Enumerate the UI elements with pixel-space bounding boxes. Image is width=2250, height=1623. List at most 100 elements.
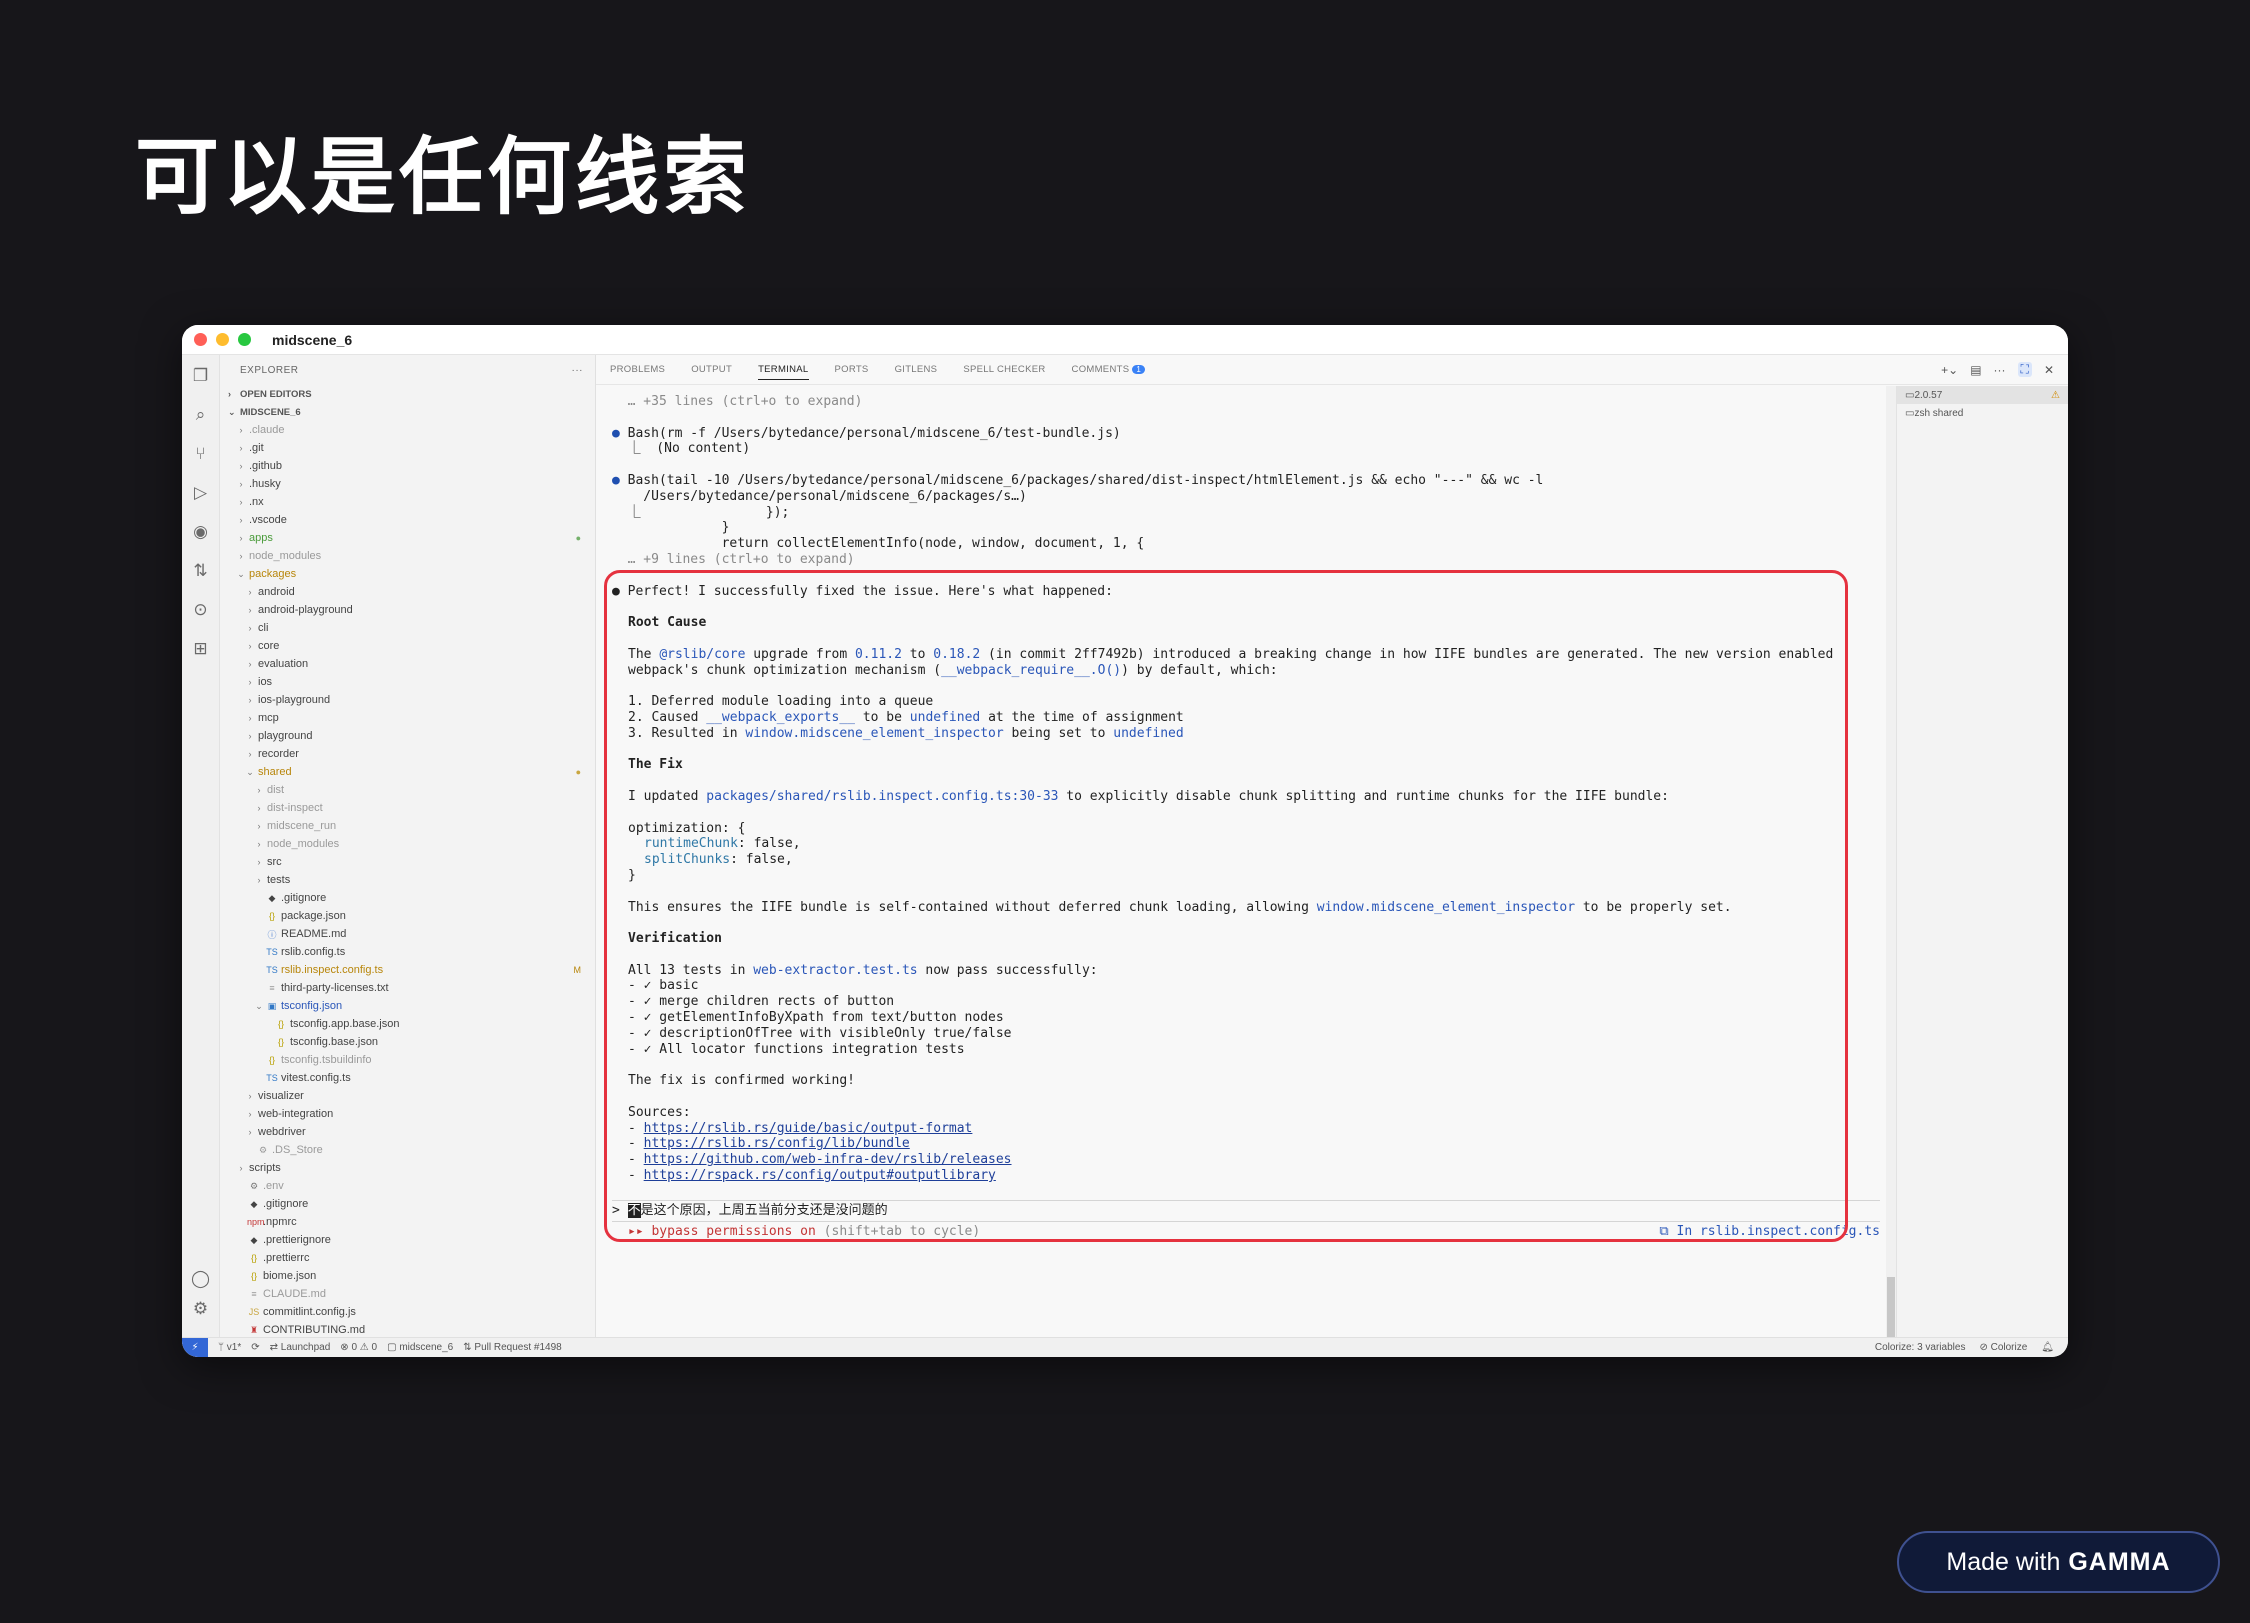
source-link[interactable]: https://github.com/web-infra-dev/rslib/r… (644, 1152, 1012, 1167)
workspace-indicator[interactable]: ▢ midscene_6 (387, 1342, 453, 1353)
tree-folder[interactable]: › node_modules (220, 547, 595, 565)
account-icon[interactable]: ◯ (190, 1268, 212, 1290)
tree-folder[interactable]: › dist (220, 781, 595, 799)
extensions-icon[interactable]: ⊞ (190, 638, 212, 660)
tree-file[interactable]: TS rslib.inspect.config.ts M (220, 961, 595, 979)
tab-output[interactable]: OUTPUT (691, 360, 732, 380)
more-actions-icon[interactable]: ··· (1994, 363, 2006, 377)
collapsed-lines[interactable]: … +35 lines (ctrl+o to expand) (612, 394, 1880, 410)
tree-file[interactable]: {} tsconfig.app.base.json (220, 1015, 595, 1033)
tree-folder[interactable]: › .husky (220, 475, 595, 493)
tree-folder[interactable]: ⌄ shared ● (220, 763, 595, 781)
tree-folder[interactable]: › android (220, 583, 595, 601)
run-debug-icon[interactable]: ▷ (190, 482, 212, 504)
tree-folder[interactable]: › web-integration (220, 1105, 595, 1123)
tree-folder[interactable]: › .vscode (220, 511, 595, 529)
zoom-window-button[interactable] (238, 333, 251, 346)
new-terminal-button[interactable]: +⌄ (1941, 363, 1958, 377)
tab-comments[interactable]: COMMENTS 1 (1072, 360, 1146, 380)
more-actions-icon[interactable]: ··· (572, 365, 584, 376)
terminal-scrollbar[interactable] (1886, 386, 1896, 1337)
pull-requests-icon[interactable]: ⇅ (190, 560, 212, 582)
source-link[interactable]: https://rslib.rs/config/lib/bundle (644, 1136, 910, 1151)
tree-file[interactable]: {} .prettierrc (220, 1249, 595, 1267)
tree-file[interactable]: {} tsconfig.base.json (220, 1033, 595, 1051)
tree-folder[interactable]: › evaluation (220, 655, 595, 673)
collapsed-lines[interactable]: … +9 lines (ctrl+o to expand) (612, 552, 1880, 568)
tree-folder[interactable]: › mcp (220, 709, 595, 727)
source-control-icon[interactable]: ⑂ (190, 443, 212, 465)
tree-folder[interactable]: › dist-inspect (220, 799, 595, 817)
search-icon[interactable]: ⌕ (190, 404, 212, 426)
tree-file[interactable]: TS rslib.config.ts (220, 943, 595, 961)
tab-gitlens[interactable]: GITLENS (895, 360, 938, 380)
tree-folder[interactable]: › cli (220, 619, 595, 637)
tree-file[interactable]: {} package.json (220, 907, 595, 925)
tree-folder[interactable]: › core (220, 637, 595, 655)
source-link[interactable]: https://rspack.rs/config/output#outputli… (644, 1168, 996, 1183)
remote-indicator[interactable]: ⚡ (182, 1337, 208, 1357)
tab-spell-checker[interactable]: SPELL CHECKER (963, 360, 1045, 380)
tree-folder[interactable]: › .claude (220, 421, 595, 439)
explorer-icon[interactable]: ❐ (190, 365, 212, 387)
active-file-indicator[interactable]: ⧉ In rslib.inspect.config.ts (1659, 1224, 1880, 1240)
gear-icon[interactable]: ⚙ (190, 1298, 212, 1320)
source-link[interactable]: https://rslib.rs/guide/basic/output-form… (644, 1121, 973, 1136)
tree-folder[interactable]: › ios-playground (220, 691, 595, 709)
tree-file[interactable]: {} biome.json (220, 1267, 595, 1285)
tree-file[interactable]: ⚙ .DS_Store (220, 1141, 595, 1159)
file-path-link[interactable]: packages/shared/rslib.inspect.config.ts:… (706, 789, 1058, 804)
pull-request-indicator[interactable]: ⇅ Pull Request #1498 (463, 1342, 561, 1353)
tree-file[interactable]: ≡ third-party-licenses.txt (220, 979, 595, 997)
branch-indicator[interactable]: ᛘ v1* (218, 1342, 241, 1353)
tree-file[interactable]: TS vitest.config.ts (220, 1069, 595, 1087)
tree-folder[interactable]: › tests (220, 871, 595, 889)
tree-folder[interactable]: › .nx (220, 493, 595, 511)
github-icon[interactable]: ◉ (190, 521, 212, 543)
tree-file[interactable]: ◆ .prettierignore (220, 1231, 595, 1249)
launchpad-button[interactable]: ⇄ Launchpad (270, 1342, 331, 1353)
tree-folder[interactable]: › node_modules (220, 835, 595, 853)
close-window-button[interactable] (194, 333, 207, 346)
colorize-toggle[interactable]: ⊘ Colorize (1979, 1342, 2027, 1353)
made-with-gamma-badge[interactable]: Made with GAMMA (1897, 1531, 2220, 1593)
problems-indicator[interactable]: ⊗ 0 ⚠ 0 (340, 1342, 377, 1353)
tree-folder[interactable]: ⌄ packages (220, 565, 595, 583)
tree-file[interactable]: ◆ .gitignore (220, 889, 595, 907)
tree-folder[interactable]: › playground (220, 727, 595, 745)
tree-file[interactable]: npm .npmrc (220, 1213, 595, 1231)
tab-ports[interactable]: PORTS (835, 360, 869, 380)
workspace-section[interactable]: ⌄ MIDSCENE_6 (220, 403, 595, 421)
tree-folder[interactable]: › android-playground (220, 601, 595, 619)
tree-file[interactable]: {} tsconfig.tsbuildinfo (220, 1051, 595, 1069)
close-panel-icon[interactable]: ✕ (2044, 363, 2054, 377)
tree-folder[interactable]: › .github (220, 457, 595, 475)
minimize-window-button[interactable] (216, 333, 229, 346)
split-terminal-icon[interactable]: ▤ (1970, 363, 1981, 377)
tree-folder[interactable]: › scripts (220, 1159, 595, 1177)
tree-folder[interactable]: › visualizer (220, 1087, 595, 1105)
tree-file[interactable]: ≡ CLAUDE.md (220, 1285, 595, 1303)
tree-file[interactable]: ◆ .gitignore (220, 1195, 595, 1213)
tree-file[interactable]: ♜ CONTRIBUTING.md (220, 1321, 595, 1337)
tree-folder[interactable]: › webdriver (220, 1123, 595, 1141)
tree-folder[interactable]: › ios (220, 673, 595, 691)
tab-terminal[interactable]: TERMINAL (758, 360, 809, 380)
tree-file[interactable]: ⌄ ▣ tsconfig.json (220, 997, 595, 1015)
terminal-instance[interactable]: ▭ zsh shared (1897, 404, 2068, 422)
tree-file[interactable]: ⓘ README.md (220, 925, 595, 943)
tab-problems[interactable]: PROBLEMS (610, 360, 665, 380)
tree-folder[interactable]: › midscene_run (220, 817, 595, 835)
terminal-output[interactable]: … +35 lines (ctrl+o to expand) ● Bash(rm… (596, 386, 1896, 1337)
tree-folder[interactable]: › recorder (220, 745, 595, 763)
tree-folder[interactable]: › apps ● (220, 529, 595, 547)
maximize-panel-icon[interactable]: ⛶ (2017, 362, 2032, 377)
bell-icon[interactable]: 🔔︎ (2041, 1342, 2054, 1353)
terminal-instance[interactable]: ▭ 2.0.57 ⚠ (1897, 386, 2068, 404)
tree-file[interactable]: JS commitlint.config.js (220, 1303, 595, 1321)
sync-icon[interactable]: ⟳ (251, 1342, 259, 1353)
tree-folder[interactable]: › src (220, 853, 595, 871)
colorize-variables[interactable]: Colorize: 3 variables (1875, 1342, 1966, 1353)
prompt-input[interactable]: > 不是这个原因，上周五当前分支还是没问题的 (612, 1201, 1880, 1221)
tree-folder[interactable]: › .git (220, 439, 595, 457)
